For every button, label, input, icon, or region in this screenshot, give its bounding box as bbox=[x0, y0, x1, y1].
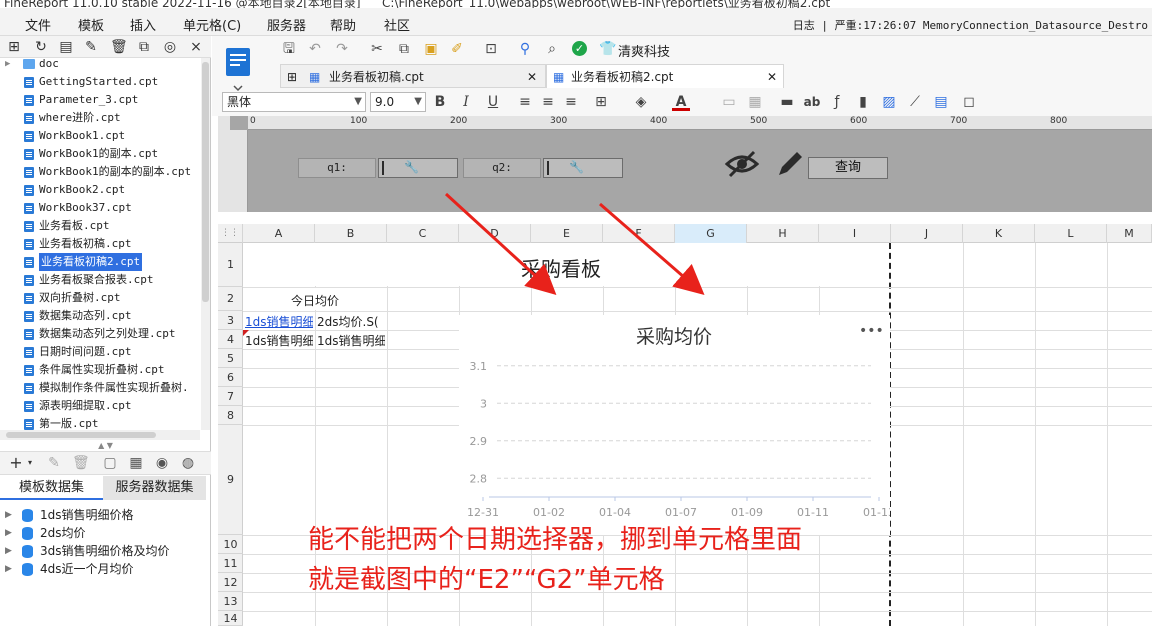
annotation-arrows bbox=[444, 192, 705, 296]
arrow-to-g2 bbox=[599, 202, 705, 295]
arrow-to-e2 bbox=[444, 192, 557, 296]
